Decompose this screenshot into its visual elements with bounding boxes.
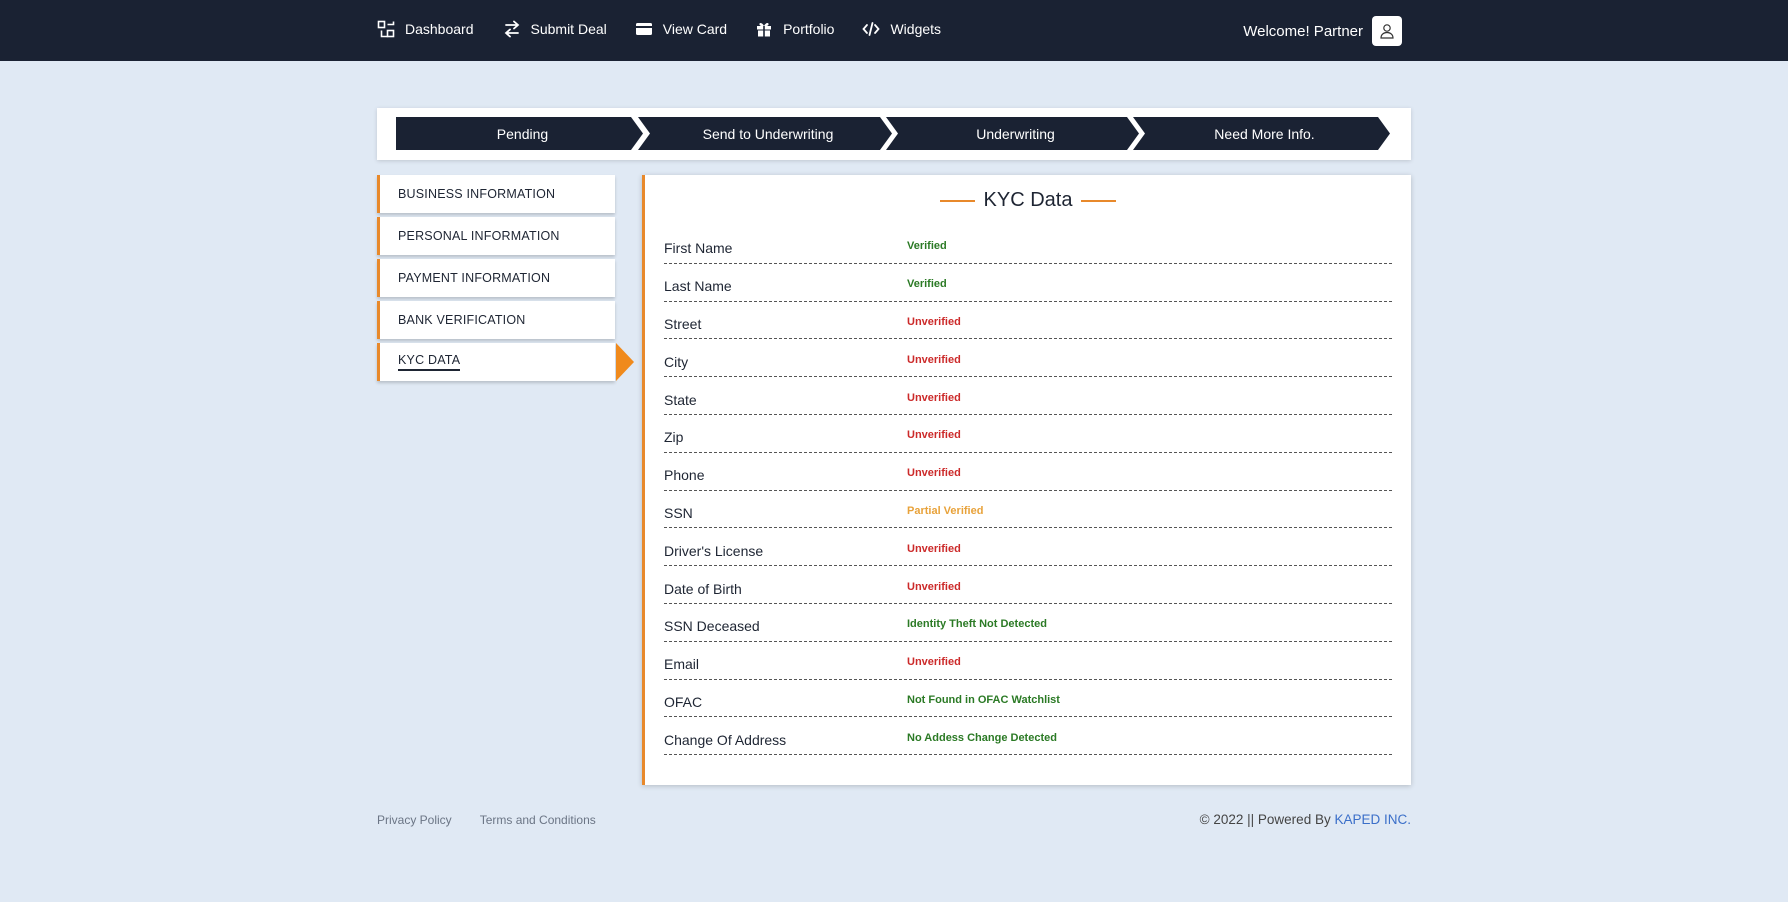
kyc-status-value: Unverified	[907, 580, 961, 593]
kyc-field-label: Email	[664, 656, 700, 673]
sidebar-item-payment-information[interactable]: PAYMENT INFORMATION	[377, 259, 615, 297]
terms-link[interactable]: Terms and Conditions	[480, 813, 596, 827]
user-icon	[1380, 24, 1394, 39]
sidebar-item-kyc-data[interactable]: KYC DATA	[377, 343, 634, 381]
kyc-field-label: SSN Deceased	[664, 618, 760, 635]
kyc-row: SSN Deceased Identity Theft Not Detected	[664, 604, 1392, 642]
step-label: Pending	[496, 125, 549, 142]
kyc-status-value: Not Found in OFAC Watchlist	[907, 693, 1060, 706]
sidebar-item-personal-information[interactable]: PERSONAL INFORMATION	[377, 217, 615, 255]
kyc-row: Last Name Verified	[664, 264, 1392, 302]
nav-dashboard-label: Dashboard	[405, 21, 474, 37]
step-underwriting: Underwriting	[886, 117, 1139, 150]
kyc-status-value: Unverified	[907, 467, 961, 480]
swap-icon	[504, 20, 519, 38]
kyc-field-label: Phone	[664, 467, 705, 484]
copyright: © 2022 || Powered By KAPED INC.	[1200, 812, 1411, 827]
kyc-row: SSN Partial Verified	[664, 491, 1392, 529]
kyc-row: Driver's License Unverified	[664, 528, 1392, 567]
kyc-field-label: Zip	[664, 429, 684, 446]
panel-title: KYC Data	[645, 189, 1411, 212]
kyc-row: City Unverified	[664, 339, 1392, 378]
dashboard-icon	[377, 20, 395, 38]
kyc-row: OFAC Not Found in OFAC Watchlist	[664, 680, 1392, 718]
title-decoration-right	[1081, 199, 1117, 202]
kyc-field-label: First Name	[664, 240, 733, 257]
nav-widgets[interactable]: Widgets	[862, 20, 941, 38]
nav-view-card[interactable]: View Card	[635, 20, 727, 38]
kyc-field-label: Date of Birth	[664, 580, 742, 597]
gift-icon	[757, 22, 772, 37]
welcome-text: Welcome! Partner	[1243, 22, 1363, 40]
status-stepper: Pending Send to Underwriting Underwritin…	[377, 108, 1411, 160]
nav-portfolio[interactable]: Portfolio	[755, 20, 834, 38]
kyc-status-value: Verified	[907, 278, 947, 291]
brand-link[interactable]: KAPED INC.	[1334, 812, 1411, 827]
title-decoration-left	[939, 199, 975, 202]
kyc-field-label: Street	[664, 315, 702, 332]
kyc-status-value: Unverified	[907, 391, 961, 404]
code-icon	[862, 22, 881, 36]
step-label: Send to Underwriting	[702, 125, 834, 142]
user-avatar-button[interactable]	[1372, 16, 1402, 46]
kyc-row: Phone Unverified	[664, 453, 1392, 491]
footer-links: Privacy Policy Terms and Conditions	[377, 813, 624, 827]
active-indicator-arrow	[616, 343, 634, 381]
kyc-field-label: State	[664, 391, 697, 408]
card-icon	[635, 23, 652, 35]
nav-submit-deal[interactable]: Submit Deal	[503, 20, 607, 38]
step-send-to-underwriting: Send to Underwriting	[638, 117, 892, 150]
kyc-status-value: Verified	[907, 240, 947, 253]
top-navbar: Dashboard Submit Deal View Card Portfoli…	[0, 0, 1788, 61]
privacy-policy-link[interactable]: Privacy Policy	[377, 813, 452, 827]
kyc-row: Email Unverified	[664, 642, 1392, 680]
kyc-field-label: City	[664, 353, 689, 370]
sidebar-item-bank-verification[interactable]: BANK VERIFICATION	[377, 301, 615, 339]
kyc-row: First Name Verified	[664, 226, 1392, 264]
kyc-row: Street Unverified	[664, 302, 1392, 340]
panel-title-text: KYC Data	[983, 189, 1073, 211]
sidebar-item-label: KYC DATA	[398, 353, 461, 371]
kyc-status-value: Unverified	[907, 542, 961, 555]
sidebar-item-label: BUSINESS INFORMATION	[398, 187, 556, 201]
kyc-status-value: No Addess Change Detected	[907, 731, 1057, 744]
sidebar-item-business-information[interactable]: BUSINESS INFORMATION	[377, 175, 615, 213]
kyc-field-label: Change Of Address	[664, 731, 787, 748]
sidebar-item-label: BANK VERIFICATION	[398, 313, 526, 327]
user-welcome: Welcome! Partner	[1243, 16, 1402, 46]
kyc-field-label: OFAC	[664, 693, 703, 710]
kyc-row: Date of Birth Unverified	[664, 566, 1392, 604]
kyc-status-value: Unverified	[907, 353, 961, 366]
kyc-field-label: Driver's License	[664, 542, 764, 559]
nav-portfolio-label: Portfolio	[783, 21, 835, 37]
sidebar-item-label: PERSONAL INFORMATION	[398, 229, 560, 243]
nav-view-card-label: View Card	[662, 21, 728, 37]
nav-submit-deal-label: Submit Deal	[530, 21, 607, 37]
kyc-status-value: Partial Verified	[907, 504, 984, 517]
kyc-rows-list: First Name Verified Last Name Verified Stree…	[664, 226, 1392, 756]
sidebar-item-label: PAYMENT INFORMATION	[398, 271, 551, 285]
copyright-text: © 2022 || Powered By	[1199, 812, 1335, 827]
kyc-row: Change Of Address No Addess Change Detect…	[664, 717, 1392, 756]
main-nav: Dashboard Submit Deal View Card Portfoli…	[377, 0, 969, 58]
step-label: Underwriting	[976, 125, 1055, 142]
nav-dashboard[interactable]: Dashboard	[377, 20, 474, 38]
kyc-status-value: Unverified	[907, 315, 961, 328]
kyc-status-value: Unverified	[907, 656, 961, 669]
step-label: Need More Info.	[1214, 125, 1315, 142]
nav-widgets-label: Widgets	[890, 21, 942, 37]
section-sidebar: BUSINESS INFORMATION PERSONAL INFORMATIO…	[377, 175, 634, 385]
kyc-status-value: Unverified	[907, 429, 961, 442]
step-pending: Pending	[396, 117, 643, 150]
kyc-row: State Unverified	[664, 377, 1392, 415]
kyc-field-label: SSN	[664, 504, 693, 521]
kyc-status-value: Identity Theft Not Detected	[907, 618, 1047, 631]
kyc-field-label: Last Name	[664, 278, 732, 295]
step-need-more-info: Need More Info.	[1133, 117, 1390, 150]
kyc-data-panel: KYC Data First Name Verified Last Name Veri…	[642, 175, 1411, 785]
kyc-row: Zip Unverified	[664, 415, 1392, 453]
